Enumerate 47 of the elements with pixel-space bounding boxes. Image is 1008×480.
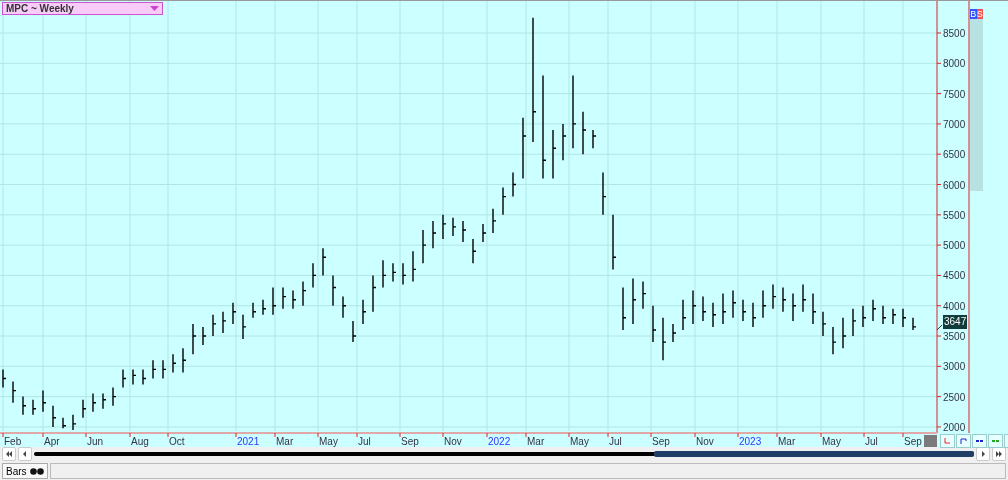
circles-icon [29, 467, 44, 475]
scroll-left-icon[interactable] [18, 447, 32, 461]
leader-line [936, 324, 943, 331]
x-axis-label: Sep [652, 436, 670, 447]
x-axis-label: May [570, 436, 589, 447]
x-axis-label: Mar [527, 436, 545, 447]
y-axis-label: 4500 [943, 270, 966, 282]
y-axis-label: 2000 [943, 421, 966, 433]
x-axis-label: Jul [609, 436, 622, 447]
x-axis-label: 2023 [739, 436, 762, 447]
y-axis-label: 7500 [943, 88, 966, 100]
scroll-first-icon[interactable] [2, 447, 16, 461]
axis-corner-block [924, 435, 937, 447]
x-axis-label: May [319, 436, 338, 447]
y-axis-label: 6000 [943, 179, 966, 191]
symbol-dropdown[interactable]: MPC ~ Weekly [2, 2, 163, 15]
y-axis-label: 5000 [943, 240, 966, 252]
x-axis-label: Jun [87, 436, 104, 447]
x-axis-label: 2021 [237, 436, 260, 447]
scrollbar-track[interactable] [34, 452, 974, 456]
y-axis-label: 4000 [943, 300, 966, 312]
x-axis-label: May [822, 436, 841, 447]
chart-tab[interactable]: Bars [2, 463, 48, 479]
x-axis-label: Oct [169, 436, 185, 447]
x-axis-label: Sep [401, 436, 419, 447]
scrollbar-thumb[interactable] [654, 451, 974, 457]
caret-icon [150, 6, 159, 11]
x-axis-label: Apr [44, 436, 60, 447]
x-axis-label: Jul [358, 436, 371, 447]
y-axis-label: 8000 [943, 58, 966, 70]
y-axis-label: 7000 [943, 118, 966, 130]
x-axis-label: Mar [276, 436, 294, 447]
signal-badge[interactable]: B [970, 9, 977, 19]
x-axis-label: Mar [778, 436, 796, 447]
x-axis-label: Sep [904, 436, 922, 447]
x-axis-label: 2022 [488, 436, 511, 447]
y-axis-label: 3500 [943, 331, 966, 343]
y-axis-label: 3000 [943, 361, 966, 373]
x-axis-label: Nov [696, 436, 714, 447]
x-axis-label: Aug [131, 436, 149, 447]
y-axis-label: 6500 [943, 149, 966, 161]
y-axis-label: 2500 [943, 391, 966, 403]
x-axis-label: Jul [865, 436, 878, 447]
y-axis-label: 8500 [943, 28, 966, 39]
x-axis-label: Feb [4, 436, 22, 447]
x-axis-label: Nov [444, 436, 462, 447]
y-axis-label: 5500 [943, 209, 966, 221]
